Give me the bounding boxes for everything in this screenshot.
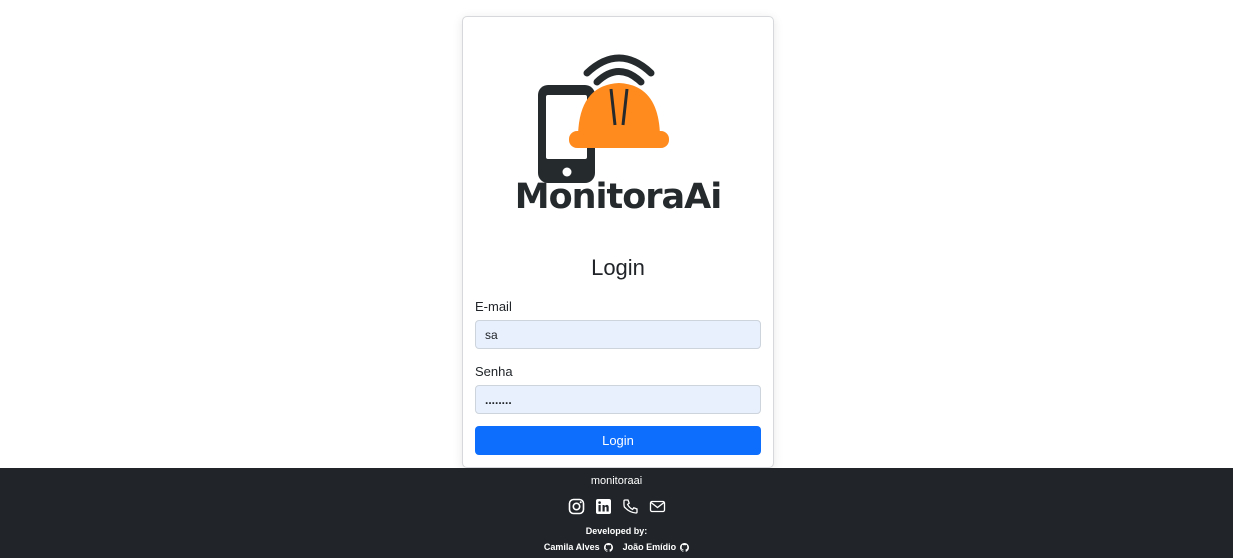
footer: monitoraai Developed by: Camila Alves Jo… — [0, 468, 1233, 558]
brand-wordmark: MonitoraAi — [514, 177, 723, 217]
developer-list: Camila Alves João Emídio — [0, 542, 1233, 552]
login-button[interactable]: Login — [475, 426, 761, 455]
linkedin-icon[interactable] — [595, 498, 612, 515]
phone-icon[interactable] — [622, 498, 639, 515]
github-icon — [603, 542, 613, 552]
instagram-icon[interactable] — [568, 498, 585, 515]
developer-name: João Emídio — [622, 542, 677, 552]
email-field[interactable] — [475, 320, 761, 349]
developer-name: Camila Alves — [543, 542, 600, 552]
login-card: MonitoraAi Login E-mail Senha Login — [462, 16, 774, 468]
footer-brand: monitoraai — [590, 475, 643, 487]
mail-icon[interactable] — [649, 498, 666, 515]
email-label: E-mail — [475, 299, 512, 314]
developed-by-label: Developed by: — [585, 526, 648, 536]
password-field[interactable] — [475, 385, 761, 414]
social-links — [0, 498, 1233, 515]
developer-item[interactable]: Camila Alves — [544, 542, 613, 552]
github-icon — [680, 542, 690, 552]
password-label: Senha — [475, 364, 513, 379]
developer-item[interactable]: João Emídio — [623, 542, 690, 552]
page-title: Login — [591, 255, 645, 280]
wifi-icon — [583, 54, 655, 86]
